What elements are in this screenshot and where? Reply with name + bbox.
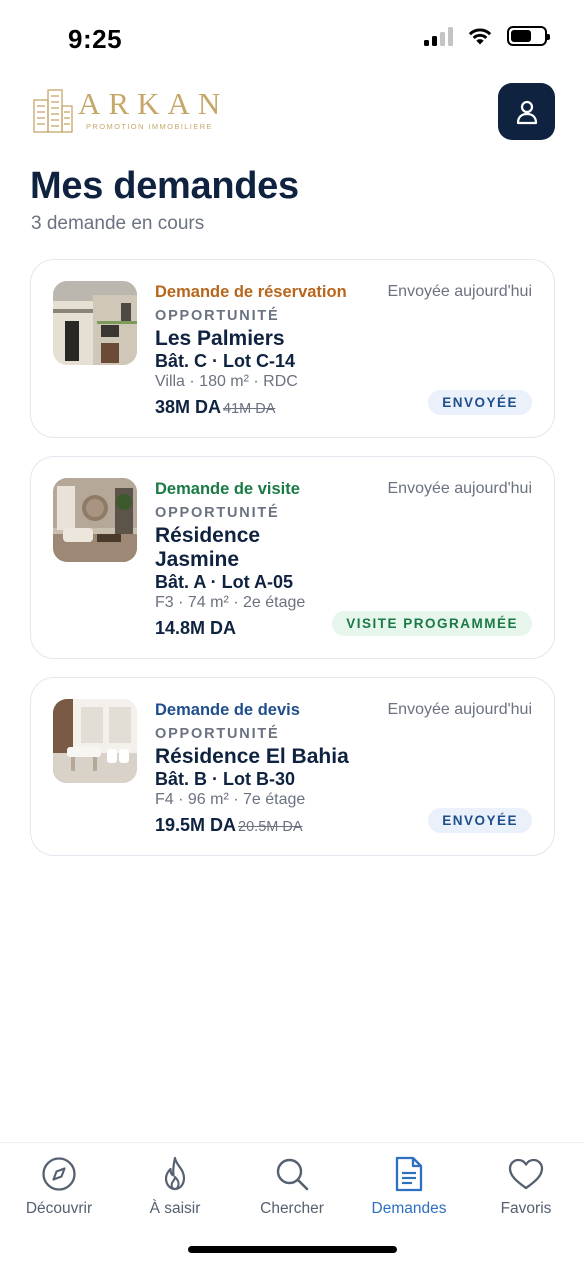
- user-icon: [516, 100, 537, 124]
- nav-label: Demandes: [371, 1200, 447, 1217]
- nav-tab-a-saisir[interactable]: À saisir: [120, 1155, 230, 1218]
- wifi-icon: [468, 28, 492, 45]
- old-price: 20.5M DA: [238, 819, 303, 835]
- nav-tab-chercher[interactable]: Chercher: [237, 1155, 347, 1218]
- page-title: Mes demandes: [30, 165, 299, 207]
- flame-icon: [164, 1156, 186, 1191]
- request-type: Demande de réservation: [155, 283, 347, 301]
- nav-tab-demandes[interactable]: Demandes: [354, 1155, 464, 1218]
- opportunity-label: OPPORTUNITÉ: [155, 505, 280, 521]
- old-price: 41M DA: [223, 401, 276, 417]
- property-thumbnail: [53, 281, 137, 365]
- status-badge: ENVOYÉE: [428, 808, 532, 833]
- document-icon: [395, 1156, 423, 1192]
- price: 14.8M DA: [155, 618, 237, 638]
- search-icon: [276, 1158, 309, 1191]
- request-type: Demande de visite: [155, 480, 300, 498]
- property-thumbnail: [53, 478, 137, 562]
- lot-info: Bât. A · Lot A-05: [155, 572, 293, 592]
- brand-name: ARKAN: [78, 86, 229, 121]
- nav-label: Chercher: [260, 1200, 324, 1217]
- lot-info: Bât. B · Lot B-30: [155, 769, 296, 789]
- brand-logo: ARKAN PROMOTION IMMOBILIERE: [32, 86, 228, 134]
- nav-label: À saisir: [149, 1200, 201, 1217]
- sent-date: Envoyée aujourd'hui: [387, 283, 533, 300]
- property-name: Résidence Jasmine: [155, 524, 260, 572]
- compass-icon: [42, 1157, 76, 1191]
- status-bar: 9:25: [0, 0, 585, 78]
- property-specs: Villa · 180 m² · RDC: [155, 373, 298, 390]
- opportunity-label: OPPORTUNITÉ: [155, 726, 280, 742]
- request-type: Demande de devis: [155, 701, 300, 719]
- sent-date: Envoyée aujourd'hui: [387, 480, 533, 497]
- property-name: Résidence El Bahia: [155, 745, 349, 768]
- nav-tab-favoris[interactable]: Favoris: [471, 1155, 581, 1218]
- price-row: 19.5M DA 20.5M DA: [155, 815, 303, 836]
- property-name: Les Palmiers: [155, 327, 285, 350]
- battery-icon: [507, 26, 550, 46]
- page-subtitle: 3 demande en cours: [31, 213, 205, 234]
- opportunity-label: OPPORTUNITÉ: [155, 308, 280, 324]
- sent-date: Envoyée aujourd'hui: [387, 701, 533, 718]
- price-row: 14.8M DA: [155, 618, 236, 639]
- status-time: 9:25: [68, 24, 123, 54]
- status-badge: VISITE PROGRAMMÉE: [332, 611, 532, 636]
- property-specs: F3 · 74 m² · 2e étage: [155, 594, 306, 611]
- request-card[interactable]: Demande de devis Envoyée aujourd'hui OPP…: [30, 677, 555, 856]
- property-name-line: Jasmine: [155, 548, 240, 571]
- property-name-line: Résidence: [155, 524, 261, 547]
- price: 38M DA: [155, 397, 222, 417]
- property-thumbnail: [53, 699, 137, 783]
- lot-info: Bât. C · Lot C-14: [155, 351, 296, 371]
- property-specs: F4 · 96 m² · 7e étage: [155, 791, 306, 808]
- status-badge: ENVOYÉE: [428, 390, 532, 415]
- price: 19.5M DA: [155, 815, 237, 835]
- building-logo-icon: [33, 89, 73, 133]
- request-card[interactable]: Demande de réservation Envoyée aujourd'h…: [30, 259, 555, 438]
- home-indicator[interactable]: [188, 1246, 397, 1253]
- nav-tab-decouvrir[interactable]: Découvrir: [4, 1155, 114, 1218]
- cellular-signal-icon: [424, 26, 453, 46]
- nav-label: Favoris: [500, 1200, 552, 1217]
- heart-icon: [508, 1158, 544, 1190]
- status-icons: [424, 26, 550, 46]
- brand-tagline: PROMOTION IMMOBILIERE: [86, 122, 213, 131]
- price-row: 38M DA 41M DA: [155, 397, 275, 418]
- nav-label: Découvrir: [25, 1200, 93, 1217]
- profile-button[interactable]: [498, 83, 555, 140]
- request-card[interactable]: Demande de visite Envoyée aujourd'hui OP…: [30, 456, 555, 659]
